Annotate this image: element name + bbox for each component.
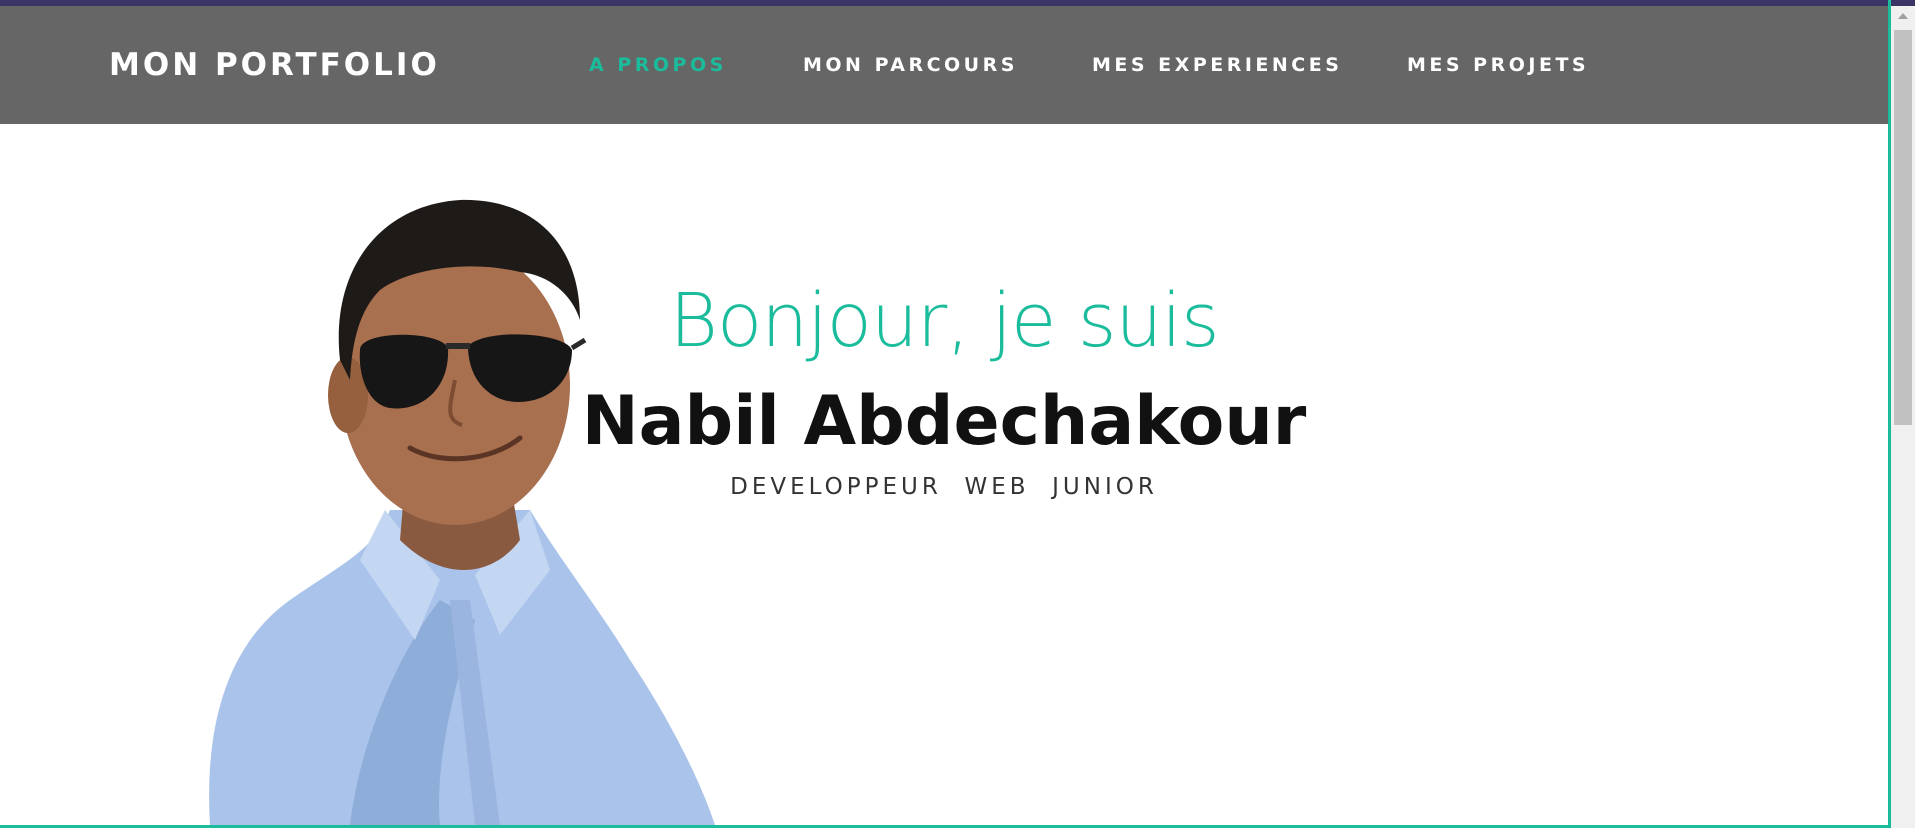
scroll-up-arrow-icon[interactable] <box>1891 6 1915 28</box>
scroll-thumb[interactable] <box>1894 30 1912 425</box>
vertical-scrollbar[interactable] <box>1891 6 1915 828</box>
hero-name: Nabil Abdechakour <box>581 382 1307 461</box>
hero-subtitle: DEVELOPPEUR WEB JUNIOR <box>730 474 1158 500</box>
hero-section: Bonjour, je suis Nabil Abdechakour DEVEL… <box>0 0 1888 828</box>
hero-greeting: Bonjour, je suis <box>669 278 1219 364</box>
